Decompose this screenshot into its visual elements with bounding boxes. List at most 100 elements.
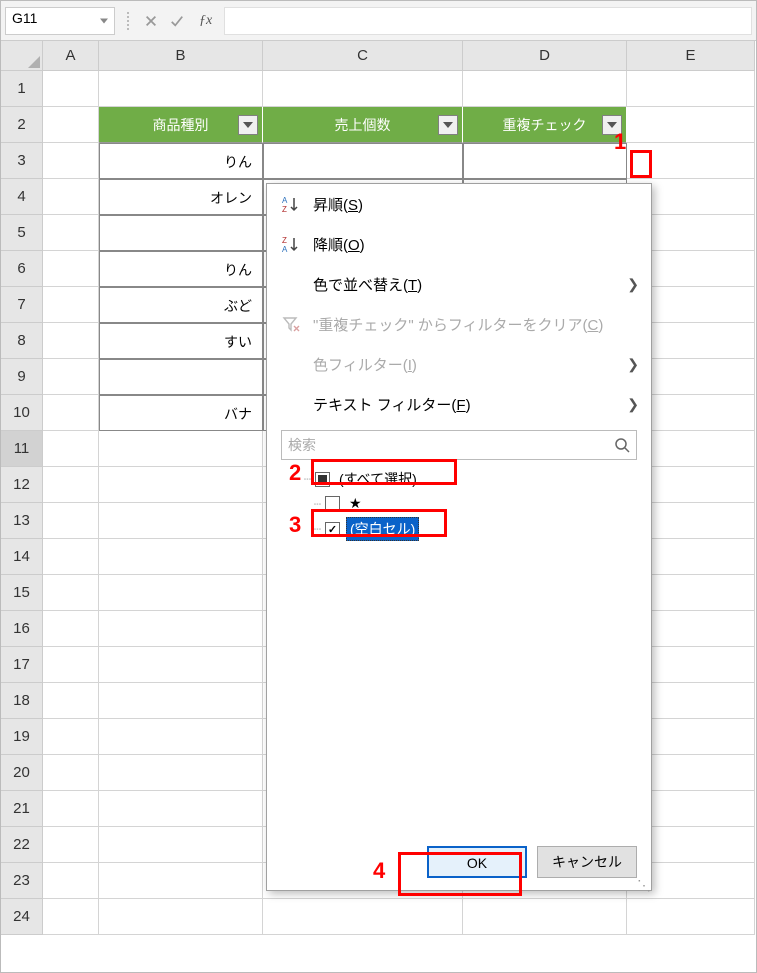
row-header[interactable]: 15 <box>1 575 43 611</box>
cell[interactable] <box>99 215 263 251</box>
cell[interactable]: バナ <box>99 395 263 431</box>
cell[interactable] <box>99 611 263 647</box>
checkbox-partial-icon[interactable] <box>315 472 330 487</box>
name-box[interactable]: G11 <box>5 7 115 35</box>
cell[interactable] <box>627 143 755 179</box>
cell[interactable] <box>263 71 463 107</box>
row-header[interactable]: 23 <box>1 863 43 899</box>
filter-button[interactable] <box>238 115 258 135</box>
cell[interactable]: すい <box>99 323 263 359</box>
cell[interactable] <box>99 863 263 899</box>
cell[interactable] <box>99 899 263 935</box>
col-header-E[interactable]: E <box>627 41 755 71</box>
row-header[interactable]: 13 <box>1 503 43 539</box>
cell[interactable] <box>43 179 99 215</box>
row-header[interactable]: 1 <box>1 71 43 107</box>
cell[interactable] <box>43 647 99 683</box>
cell[interactable] <box>43 611 99 647</box>
row-header[interactable]: 17 <box>1 647 43 683</box>
cell[interactable] <box>463 899 627 935</box>
cell[interactable] <box>43 323 99 359</box>
cell[interactable] <box>43 251 99 287</box>
cell[interactable] <box>99 647 263 683</box>
filter-button[interactable] <box>602 115 622 135</box>
row-header[interactable]: 6 <box>1 251 43 287</box>
row-header[interactable]: 8 <box>1 323 43 359</box>
checkbox-checked-icon[interactable] <box>325 522 340 537</box>
row-header[interactable]: 10 <box>1 395 43 431</box>
cell[interactable] <box>99 827 263 863</box>
row-header[interactable]: 21 <box>1 791 43 827</box>
cell[interactable] <box>99 683 263 719</box>
cell[interactable] <box>43 107 99 143</box>
cell[interactable] <box>43 359 99 395</box>
text-filter-item[interactable]: テキスト フィルター(F) ❯ <box>267 384 651 424</box>
accept-formula-icon[interactable] <box>167 11 187 31</box>
cell[interactable] <box>43 755 99 791</box>
row-header[interactable]: 18 <box>1 683 43 719</box>
col-header-B[interactable]: B <box>99 41 263 71</box>
filter-button[interactable] <box>438 115 458 135</box>
cell[interactable] <box>43 71 99 107</box>
cell[interactable] <box>43 683 99 719</box>
cell[interactable] <box>43 719 99 755</box>
cell[interactable] <box>99 719 263 755</box>
cell[interactable] <box>99 575 263 611</box>
row-header[interactable]: 12 <box>1 467 43 503</box>
row-header[interactable]: 20 <box>1 755 43 791</box>
filter-search-input[interactable]: 検索 <box>281 430 637 460</box>
sort-asc-item[interactable]: AZ 昇順(S) <box>267 184 651 224</box>
cell[interactable] <box>463 143 627 179</box>
row-header[interactable]: 14 <box>1 539 43 575</box>
cancel-button[interactable]: キャンセル <box>537 846 637 878</box>
row-header[interactable]: 11 <box>1 431 43 467</box>
col-header-D[interactable]: D <box>463 41 627 71</box>
cell[interactable] <box>99 71 263 107</box>
cell[interactable] <box>43 863 99 899</box>
filter-item-star[interactable]: ⋯ ★ <box>307 492 637 515</box>
cell[interactable] <box>463 71 627 107</box>
cell[interactable] <box>43 467 99 503</box>
cell[interactable]: りん <box>99 251 263 287</box>
select-all-corner[interactable] <box>1 41 43 71</box>
cell[interactable] <box>99 791 263 827</box>
cell[interactable] <box>99 755 263 791</box>
cell[interactable] <box>99 467 263 503</box>
row-header[interactable]: 4 <box>1 179 43 215</box>
col-header-A[interactable]: A <box>43 41 99 71</box>
cell[interactable]: ぶど <box>99 287 263 323</box>
cell[interactable] <box>43 791 99 827</box>
row-header[interactable]: 24 <box>1 899 43 935</box>
cell[interactable] <box>43 143 99 179</box>
cancel-formula-icon[interactable] <box>141 11 161 31</box>
resize-grip-icon[interactable] <box>637 876 649 888</box>
cell[interactable] <box>627 899 755 935</box>
cell[interactable]: りん <box>99 143 263 179</box>
cell[interactable]: オレン <box>99 179 263 215</box>
cell[interactable] <box>99 539 263 575</box>
sort-by-color-item[interactable]: 色で並べ替え(T) ❯ <box>267 264 651 304</box>
row-header[interactable]: 9 <box>1 359 43 395</box>
filter-item-select-all[interactable]: ⋯ (すべて選択) <box>297 466 637 492</box>
row-header[interactable]: 19 <box>1 719 43 755</box>
row-header[interactable]: 2 <box>1 107 43 143</box>
cell[interactable] <box>43 503 99 539</box>
cell[interactable]: 売上個数 <box>263 107 463 143</box>
checkbox-empty-icon[interactable] <box>325 496 340 511</box>
cell[interactable] <box>43 215 99 251</box>
fx-icon[interactable]: ƒx <box>199 13 212 29</box>
filter-item-blank[interactable]: ⋯ (空白セル) <box>307 515 637 543</box>
cell[interactable] <box>43 539 99 575</box>
cell[interactable] <box>99 503 263 539</box>
row-header[interactable]: 16 <box>1 611 43 647</box>
sort-desc-item[interactable]: ZA 降順(O) <box>267 224 651 264</box>
cell[interactable] <box>43 827 99 863</box>
cell[interactable] <box>43 287 99 323</box>
cell[interactable] <box>627 107 755 143</box>
cell[interactable] <box>43 575 99 611</box>
row-header[interactable]: 7 <box>1 287 43 323</box>
cell[interactable] <box>99 431 263 467</box>
col-header-C[interactable]: C <box>263 41 463 71</box>
cell[interactable]: 重複チェック <box>463 107 627 143</box>
cell[interactable] <box>43 395 99 431</box>
